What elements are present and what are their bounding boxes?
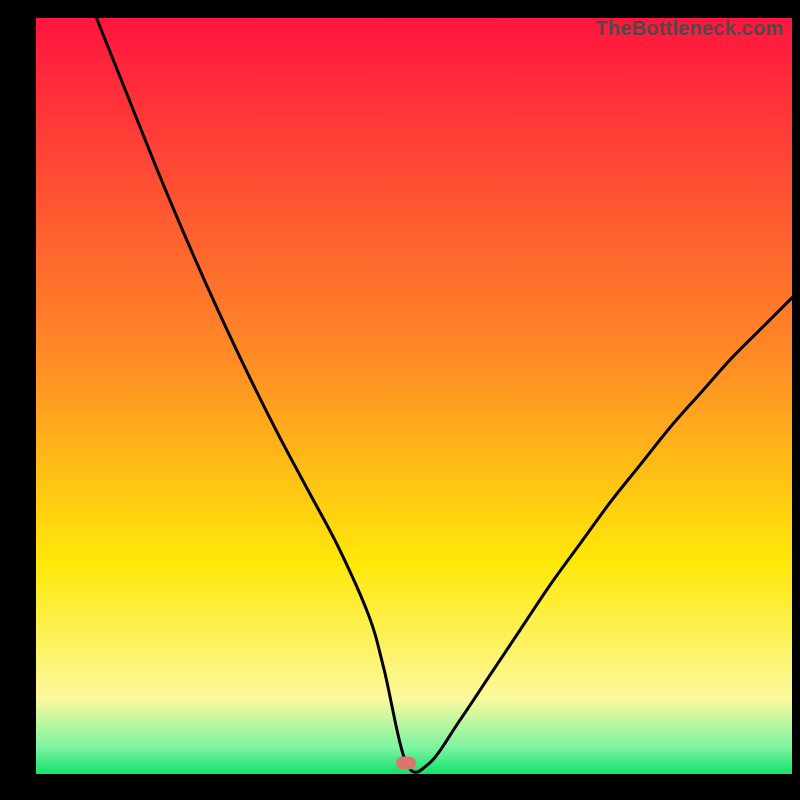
bottleneck-curve xyxy=(36,18,792,774)
chart-frame: TheBottleneck.com xyxy=(0,0,800,800)
plot-area: TheBottleneck.com xyxy=(36,18,792,774)
optimum-marker xyxy=(396,757,416,770)
watermark-label: TheBottleneck.com xyxy=(596,18,784,41)
